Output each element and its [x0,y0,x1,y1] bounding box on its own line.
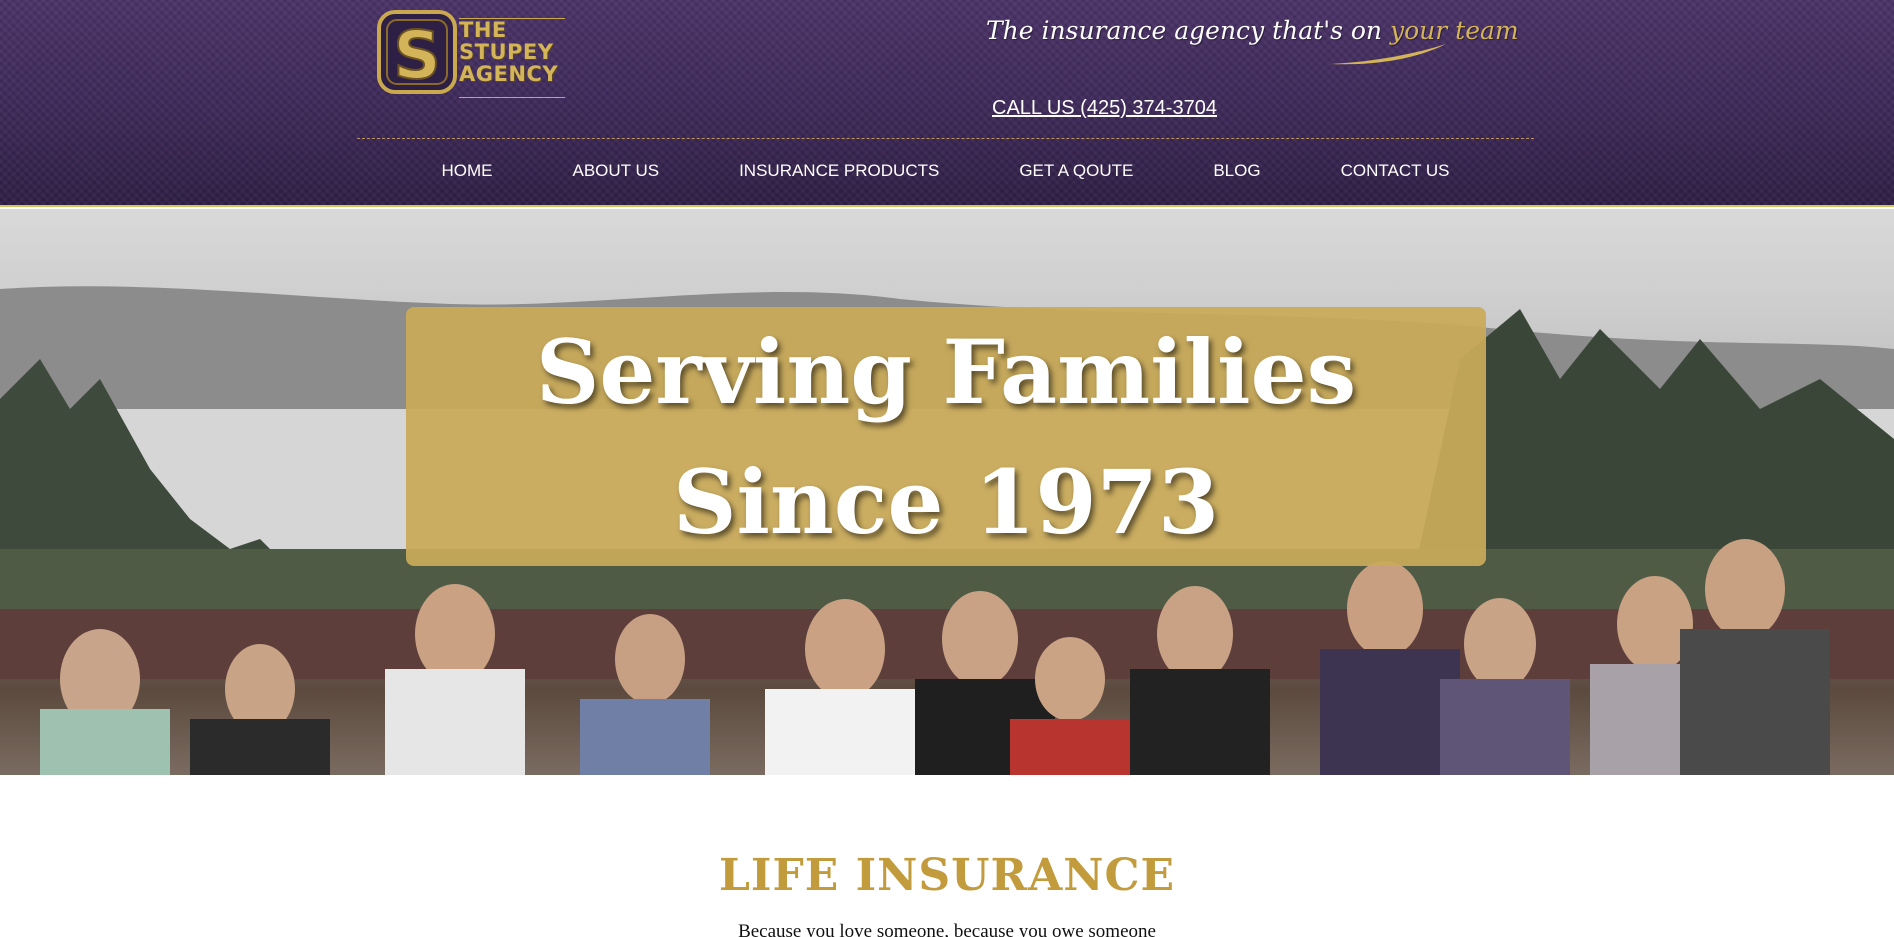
site-header: S THE STUPEY AGENCY The insurance agency… [0,0,1894,207]
nav-get-a-quote[interactable]: GET A QOUTE [979,161,1173,181]
section-title: LIFE INSURANCE [718,850,1176,901]
nav-about-us[interactable]: ABOUT US [532,161,699,181]
main-nav: HOME ABOUT US INSURANCE PRODUCTS GET A Q… [357,150,1534,192]
tagline-accent: your team [1389,16,1519,45]
nav-blog[interactable]: BLOG [1173,161,1300,181]
nav-contact-us[interactable]: CONTACT US [1301,161,1490,181]
logo-line-2: STUPEY [459,40,554,64]
nav-insurance-products[interactable]: INSURANCE PRODUCTS [699,161,979,181]
site-logo[interactable]: S THE STUPEY AGENCY [377,10,565,98]
call-us-link[interactable]: CALL US (425) 374-3704 [992,97,1217,120]
nav-home[interactable]: HOME [401,161,532,181]
logo-line-3: AGENCY [459,62,559,86]
logo-line-1: THE [459,18,507,42]
swoosh-icon [1330,44,1446,65]
logo-s-emblem-icon: S [377,10,457,94]
logo-mark-letter: S [393,17,441,94]
section-subtitle: Because you love someone, because you ow… [738,921,1156,937]
hero-title: Serving Families Since 1973 [535,319,1357,554]
hero-banner: Serving Families Since 1973 [0,209,1894,775]
header-divider [357,138,1534,139]
hero-title-box: Serving Families Since 1973 [406,307,1486,566]
tagline-main: The insurance agency that's on [986,16,1383,45]
logo-wordmark: THE STUPEY AGENCY [459,18,565,98]
main-content: LIFE INSURANCE Because you love someone,… [0,775,1894,937]
